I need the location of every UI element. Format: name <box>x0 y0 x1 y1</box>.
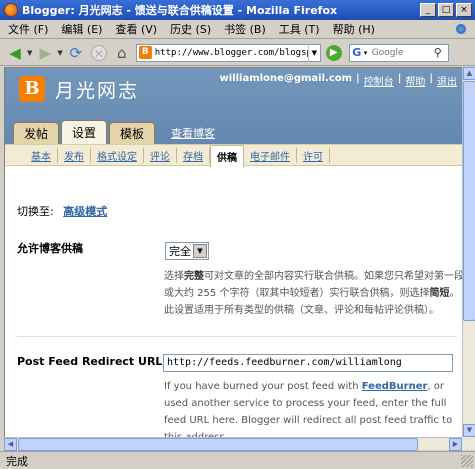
feed-select[interactable]: 完全 ▼ <box>165 242 209 260</box>
window-controls: _ □ × <box>420 3 472 17</box>
menu-tools[interactable]: 工具 (T) <box>275 21 329 37</box>
subtab-feed[interactable]: 供稿 <box>210 144 244 168</box>
menu-help[interactable]: 帮助 (H) <box>329 21 384 37</box>
subtab-publishing[interactable]: 发布 <box>58 147 91 163</box>
navigation-toolbar: ◀ ▼ ▶ ▼ ⟳ ✕ ⌂ B http://www.blogger.com/b… <box>0 40 475 66</box>
subtab-archiving[interactable]: 存档 <box>177 147 210 163</box>
close-button[interactable]: × <box>456 3 472 17</box>
blog-name: 月光网志 <box>55 80 140 102</box>
subtab-formatting[interactable]: 格式设定 <box>91 147 144 163</box>
google-icon[interactable]: G <box>350 46 364 59</box>
horizontal-scroll-thumb[interactable] <box>18 438 418 451</box>
mode-switch: 切换至: 高级模式 <box>17 203 107 219</box>
status-text: 完成 <box>6 454 28 468</box>
forward-dropdown-icon[interactable]: ▼ <box>57 49 62 57</box>
search-box[interactable]: G ▾ ⚲ <box>348 43 449 62</box>
menu-view[interactable]: 查看 (V) <box>111 21 166 37</box>
settings-content: 切换至: 高级模式 允许博客供稿 完全 ▼ 选择完整可对文章的全部内容实行联合供… <box>5 167 462 437</box>
url-dropdown-icon[interactable]: ▼ <box>307 44 320 61</box>
vertical-scroll-thumb[interactable] <box>463 81 475 321</box>
horizontal-scrollbar[interactable]: ◀ ▶ <box>4 437 462 451</box>
main-tabs: 发帖 设置 模板 查看博客 <box>13 120 227 144</box>
blogger-header: B 月光网志 williamlone@gmail.com | 控制台 | 帮助 … <box>5 68 462 155</box>
forward-arrow-icon[interactable]: ▶ <box>34 42 56 64</box>
title-bar: Blogger: 月光网志 - 馈送与联合供稿设置 - Mozilla Fire… <box>0 0 475 20</box>
redirect-url-input[interactable]: http://feeds.feedburner.com/williamlong <box>163 354 453 372</box>
window-title: Blogger: 月光网志 - 馈送与联合供稿设置 - Mozilla Fire… <box>22 4 338 17</box>
scroll-down-icon[interactable]: ▼ <box>463 424 475 437</box>
menu-history[interactable]: 历史 (S) <box>166 21 220 37</box>
url-text[interactable]: http://www.blogger.com/blogsp <box>155 48 308 58</box>
search-engine-dropdown-icon[interactable]: ▾ <box>364 49 372 57</box>
dashboard-link[interactable]: 控制台 <box>364 73 394 88</box>
redirect-url-label: Post Feed Redirect URL <box>17 355 163 368</box>
menu-file[interactable]: 文件 (F) <box>4 21 57 37</box>
user-links: williamlone@gmail.com | 控制台 | 帮助 | 退出 <box>219 73 457 88</box>
blogger-logo-icon[interactable]: B <box>19 76 45 102</box>
menu-bookmarks[interactable]: 书签 (B) <box>220 21 275 37</box>
menu-bar: 文件 (F) 编辑 (E) 查看 (V) 历史 (S) 书签 (B) 工具 (T… <box>0 20 475 39</box>
maximize-button[interactable]: □ <box>438 3 454 17</box>
section-divider <box>17 336 457 337</box>
subtab-comments[interactable]: 评论 <box>144 147 177 163</box>
feed-description: 选择完整可对文章的全部内容实行联合供稿。如果您只希望对第一段或大约 255 个字… <box>164 271 462 316</box>
advanced-mode-link[interactable]: 高级模式 <box>63 205 107 218</box>
subtab-email[interactable]: 电子邮件 <box>244 147 297 163</box>
subtab-basic[interactable]: 基本 <box>25 147 58 163</box>
url-bar[interactable]: B http://www.blogger.com/blogsp ▼ <box>135 43 321 62</box>
back-dropdown-icon[interactable]: ▼ <box>27 49 32 57</box>
help-link[interactable]: 帮助 <box>405 73 425 88</box>
home-icon[interactable]: ⌂ <box>111 42 133 64</box>
blogger-favicon-icon: B <box>138 46 152 59</box>
tab-template[interactable]: 模板 <box>109 122 156 144</box>
tab-posting[interactable]: 发帖 <box>13 122 60 144</box>
search-icon[interactable]: ⚲ <box>430 46 446 59</box>
subtab-permissions[interactable]: 许可 <box>297 147 330 163</box>
reload-icon[interactable]: ⟳ <box>65 42 87 64</box>
stop-icon[interactable]: ✕ <box>88 42 110 64</box>
menu-edit[interactable]: 编辑 (E) <box>57 21 111 37</box>
page-viewport: B 月光网志 williamlone@gmail.com | 控制台 | 帮助 … <box>4 67 462 437</box>
back-arrow-icon[interactable]: ◀ <box>4 42 26 64</box>
scroll-left-icon[interactable]: ◀ <box>4 438 17 451</box>
go-icon[interactable]: ▶ <box>323 42 345 64</box>
scroll-up-icon[interactable]: ▲ <box>463 67 475 80</box>
throbber-icon <box>451 21 471 37</box>
tab-settings[interactable]: 设置 <box>61 120 108 144</box>
chevron-down-icon[interactable]: ▼ <box>193 244 207 258</box>
status-bar: 完成 <box>0 451 475 469</box>
vertical-scrollbar[interactable]: ▲ ▼ <box>462 67 475 437</box>
user-email: williamlone@gmail.com <box>219 73 353 84</box>
redirect-description: If you have burned your post feed with F… <box>164 381 453 437</box>
view-blog-link[interactable]: 查看博客 <box>157 122 225 144</box>
scrollbar-corner <box>462 437 475 450</box>
feedburner-link[interactable]: FeedBurner <box>362 381 428 392</box>
settings-subnav: 基本 发布 格式设定 评论 存档 供稿 电子邮件 许可 <box>5 144 462 168</box>
feed-setting-label: 允许博客供稿 <box>17 242 83 255</box>
signout-link[interactable]: 退出 <box>437 73 457 88</box>
firefox-icon <box>4 3 18 17</box>
scroll-right-icon[interactable]: ▶ <box>449 438 462 451</box>
resize-grip-icon[interactable] <box>461 455 473 467</box>
feed-select-value: 完全 <box>169 245 191 258</box>
switch-label: 切换至: <box>17 205 54 218</box>
minimize-button[interactable]: _ <box>420 3 436 17</box>
search-input[interactable] <box>371 47 430 58</box>
